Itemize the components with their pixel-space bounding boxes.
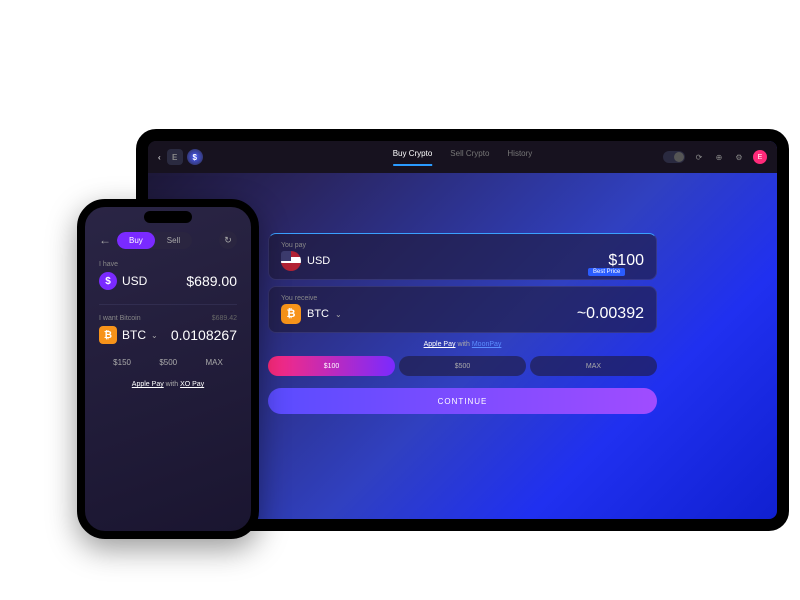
gear-icon[interactable]: ⚙ xyxy=(733,151,745,163)
btc-icon: ₿ xyxy=(281,304,301,324)
quick-amount-500[interactable]: $500 xyxy=(399,356,526,376)
tab-history[interactable]: History xyxy=(507,149,532,166)
phone-have-label: I have xyxy=(99,261,237,268)
divider xyxy=(99,304,237,305)
tab-sell-crypto[interactable]: Sell Crypto xyxy=(450,149,489,166)
pay-symbol: USD xyxy=(307,255,330,267)
continue-button[interactable]: CONTINUE xyxy=(268,388,657,414)
phone-want-section: I want Bitcoin $689.42 ₿ BTC ⌄ 0.0108267 xyxy=(99,315,237,344)
phone-quick-150[interactable]: $150 xyxy=(113,358,131,367)
chevron-down-icon[interactable]: ⌄ xyxy=(151,331,158,340)
phone-have-symbol: USD xyxy=(122,274,147,288)
desktop-topbar: ‹ E $ Buy Crypto Sell Crypto History ⟳ ⊕… xyxy=(148,141,777,173)
app-logo-icon: E xyxy=(167,149,183,165)
quick-amount-max[interactable]: MAX xyxy=(530,356,657,376)
phone-have-amount[interactable]: $689.00 xyxy=(186,273,237,289)
moonpay-link[interactable]: MoonPay xyxy=(472,341,502,348)
receive-symbol: BTC xyxy=(307,308,329,320)
receive-card[interactable]: You receive ₿ BTC ⌄ ~0.00392 xyxy=(268,286,657,333)
phone-xopay-link[interactable]: XO Pay xyxy=(180,381,204,388)
history-icon[interactable]: ↻ xyxy=(219,231,237,249)
phone-tab-buy[interactable]: Buy xyxy=(117,232,155,249)
phone-frame: ← Buy Sell ↻ I have $ USD $689.00 I want… xyxy=(77,199,259,539)
avatar[interactable]: E xyxy=(753,150,767,164)
phone-quick-max[interactable]: MAX xyxy=(205,358,222,367)
phone-want-est: $689.42 xyxy=(212,315,237,324)
quick-amounts: $100 $500 MAX xyxy=(268,356,657,376)
phone-notch xyxy=(144,211,192,223)
phone-tab-sell[interactable]: Sell xyxy=(155,232,192,249)
btc-icon-small: ₿ xyxy=(99,326,117,344)
phone-quick-500[interactable]: $500 xyxy=(159,358,177,367)
phone-want-amount: 0.0108267 xyxy=(171,327,237,343)
theme-toggle[interactable] xyxy=(663,151,685,163)
best-price-badge: Best Price xyxy=(588,268,625,276)
phone-apple-pay-link[interactable]: Apple Pay xyxy=(132,381,164,388)
receive-amount: ~0.00392 xyxy=(577,305,644,323)
tab-buy-crypto[interactable]: Buy Crypto xyxy=(393,149,433,166)
phone-quick-amounts: $150 $500 MAX xyxy=(99,358,237,367)
globe-icon[interactable]: ⊕ xyxy=(713,151,725,163)
desktop-tabs: Buy Crypto Sell Crypto History xyxy=(393,149,533,166)
usd-icon: $ xyxy=(99,272,117,290)
phone-back-button[interactable]: ← xyxy=(99,233,111,247)
pay-method-note: Apple Pay with MoonPay xyxy=(268,341,657,348)
chevron-down-icon[interactable]: ⌄ xyxy=(335,310,342,319)
quick-amount-100[interactable]: $100 xyxy=(268,356,395,376)
phone-pay-note: Apple Pay with XO Pay xyxy=(99,381,237,388)
pay-card-label: You pay xyxy=(281,242,644,249)
phone-want-symbol: BTC xyxy=(122,328,146,342)
usd-flag-icon xyxy=(281,251,301,271)
receive-card-label: You receive xyxy=(281,295,644,302)
apple-pay-link[interactable]: Apple Pay xyxy=(424,341,456,348)
phone-tabs: Buy Sell xyxy=(117,232,192,249)
phone-have-section: I have $ USD $689.00 xyxy=(99,261,237,290)
brand-badge-icon: $ xyxy=(187,149,203,165)
back-button[interactable]: ‹ xyxy=(158,153,161,162)
refresh-icon[interactable]: ⟳ xyxy=(693,151,705,163)
phone-want-label: I want Bitcoin xyxy=(99,315,141,322)
